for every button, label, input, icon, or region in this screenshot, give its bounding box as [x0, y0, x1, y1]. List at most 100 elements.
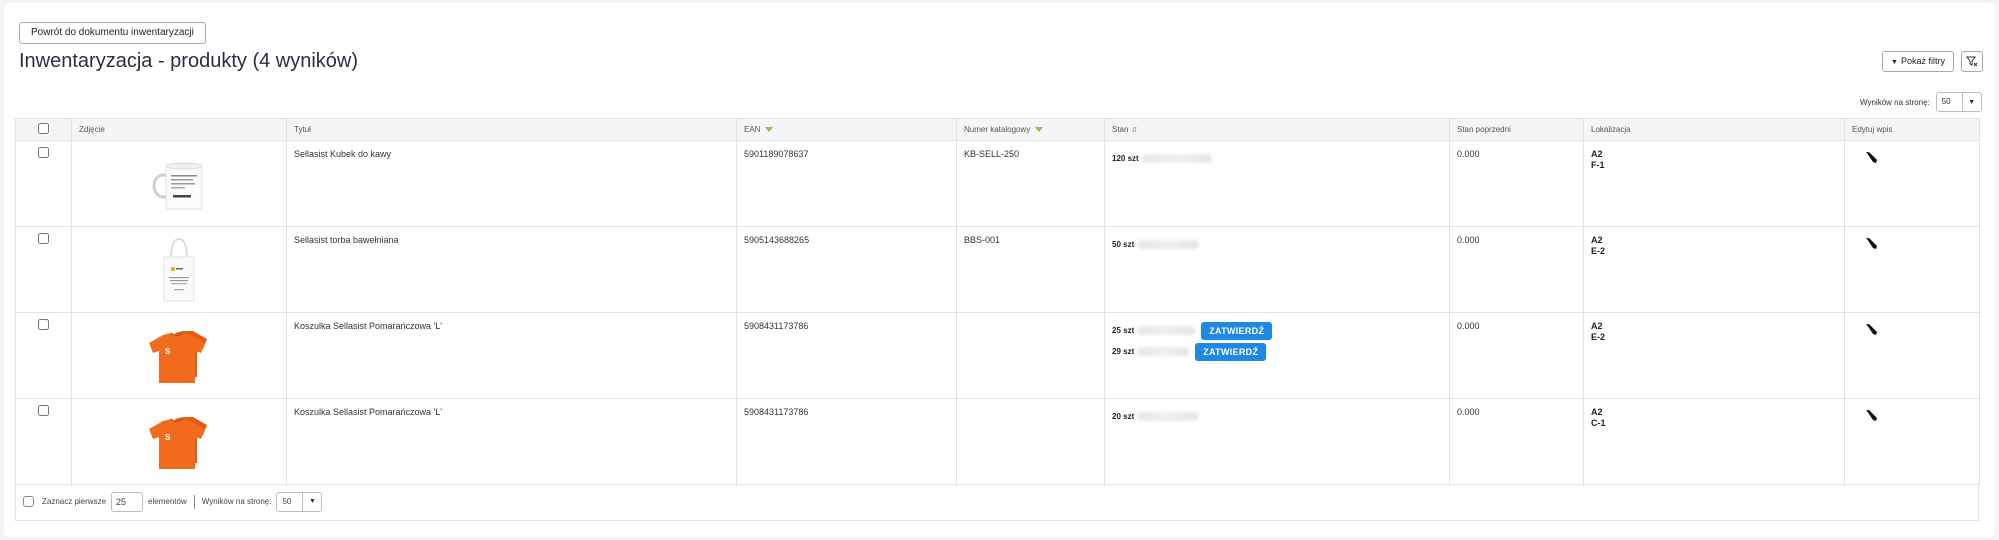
pencil-icon[interactable] — [1865, 151, 1878, 164]
per-page-select[interactable]: 50 ▼ — [1935, 92, 1982, 112]
select-first-label: Zaznacz pierwsze — [42, 497, 107, 506]
row-select-cell — [15, 312, 72, 399]
col-catalog-label: Numer katalogowy — [964, 125, 1031, 134]
col-stock-label: Stan — [1112, 125, 1129, 134]
row-select-cell — [15, 140, 72, 227]
photo-cell — [71, 226, 287, 313]
location-zone: A2 — [1591, 321, 1603, 331]
stock-cell: 120 szt — [1104, 140, 1450, 227]
blurred-user-info — [1137, 412, 1200, 421]
row-checkbox[interactable] — [38, 147, 49, 158]
confirm-button[interactable]: ZATWIERDŹ — [1201, 321, 1273, 340]
blurred-user-info — [1137, 347, 1190, 356]
location-zone: A2 — [1591, 235, 1603, 245]
ean-cell: 5901189078637 — [736, 140, 957, 227]
table-row: S Koszulka Sellasist Pomarańczowa 'L' 59… — [15, 312, 1980, 399]
elements-label: elementów — [148, 497, 187, 506]
location-cell: A2 E-2 — [1583, 312, 1845, 399]
confirm-button[interactable]: ZATWIERDŹ — [1195, 342, 1267, 361]
stock-cell: 50 szt — [1104, 226, 1450, 313]
photo-cell: S — [71, 398, 287, 485]
stock-qty: 50 szt — [1112, 240, 1135, 249]
pencil-icon[interactable] — [1865, 237, 1878, 250]
location-cell: A2 C-1 — [1583, 398, 1845, 485]
col-stock[interactable]: Stan ⇵ — [1104, 118, 1450, 141]
stock-entry: 50 szt — [1112, 233, 1442, 256]
col-ean[interactable]: EAN — [736, 118, 957, 141]
title-cell: Sellasist torba bawełniana — [286, 226, 737, 313]
stock-qty: 120 szt — [1112, 154, 1139, 163]
prev-stock-cell: 0.000 — [1449, 140, 1584, 227]
per-page-value: 50 — [1937, 93, 1963, 111]
clear-filters-button[interactable] — [1961, 51, 1983, 72]
stock-entry: 20 szt — [1112, 405, 1442, 428]
pencil-icon[interactable] — [1865, 323, 1878, 336]
col-photo: Zdjęcie — [71, 118, 287, 141]
products-table: Zdjęcie Tytuł EAN Numer katalogowy Stan ⇵… — [15, 118, 1980, 485]
sort-desc-icon — [765, 127, 774, 133]
row-checkbox[interactable] — [38, 319, 49, 330]
prev-stock-cell: 0.000 — [1449, 312, 1584, 399]
svg-text:S: S — [165, 433, 171, 442]
row-checkbox[interactable] — [38, 233, 49, 244]
catalog-cell: BBS-001 — [956, 226, 1105, 313]
sort-toggle-icon: ⇵ — [1131, 127, 1138, 134]
stock-cell: 20 szt — [1104, 398, 1450, 485]
catalog-cell: KB-SELL-250 — [956, 140, 1105, 227]
stock-qty: 20 szt — [1112, 412, 1135, 421]
back-to-document-button[interactable]: Powrót do dokumentu inwentaryzacji — [19, 22, 206, 44]
blurred-user-info — [1137, 326, 1196, 335]
per-page-label: Wyników na stronę: — [1860, 97, 1930, 107]
mug-image[interactable] — [149, 159, 209, 213]
row-select-cell — [15, 398, 72, 485]
edit-cell — [1844, 398, 1980, 485]
table-row: Sellasist torba bawełniana 5905143688265… — [15, 226, 1980, 313]
title-cell: Koszulka Sellasist Pomarańczowa 'L' — [286, 312, 737, 399]
prev-stock-cell: 0.000 — [1449, 226, 1584, 313]
footer-per-page-label: Wyników na stronę: — [201, 497, 272, 506]
row-select-cell — [15, 226, 72, 313]
edit-cell — [1844, 140, 1980, 227]
tshirt-image[interactable]: S — [149, 329, 209, 385]
chevron-down-icon: ▼ — [308, 498, 316, 505]
pencil-icon[interactable] — [1865, 409, 1878, 422]
location-shelf: E-2 — [1591, 246, 1606, 256]
page-title: Inwentaryzacja - produkty (4 wyników) — [19, 50, 359, 72]
photo-cell: S — [71, 312, 287, 399]
divider — [193, 494, 195, 509]
table-row: S Koszulka Sellasist Pomarańczowa 'L' 59… — [15, 398, 1980, 485]
select-all-checkbox[interactable] — [38, 123, 49, 134]
edit-cell — [1844, 226, 1980, 313]
bag-image[interactable] — [159, 237, 199, 303]
col-edit: Edytuj wpis — [1844, 118, 1980, 141]
ean-cell: 5908431173786 — [736, 398, 957, 485]
stock-entry: 25 szt ZATWIERDŹ — [1112, 319, 1442, 342]
select-all-cell — [15, 118, 72, 141]
tshirt-image[interactable]: S — [149, 415, 209, 471]
location-shelf: C-1 — [1591, 418, 1606, 428]
show-filters-button[interactable]: ▼ Pokaż filtry — [1882, 51, 1954, 72]
ean-cell: 5905143688265 — [736, 226, 957, 313]
col-catalog[interactable]: Numer katalogowy — [956, 118, 1105, 141]
caret-down-icon: ▼ — [1891, 59, 1898, 66]
catalog-cell — [956, 398, 1105, 485]
edit-cell — [1844, 312, 1980, 399]
col-location: Lokalizacja — [1583, 118, 1845, 141]
stock-cell: 25 szt ZATWIERDŹ 29 szt ZATWIERDŹ — [1104, 312, 1450, 399]
ean-cell: 5908431173786 — [736, 312, 957, 399]
select-first-checkbox[interactable] — [23, 496, 34, 507]
row-checkbox[interactable] — [38, 405, 49, 416]
stock-entry: 120 szt — [1112, 147, 1442, 170]
footer-per-page-select[interactable]: 50 ▼ — [276, 491, 323, 512]
select-first-input[interactable]: 25 — [111, 491, 144, 512]
per-page-top: Wyników na stronę: 50 ▼ — [1860, 92, 1982, 112]
col-ean-label: EAN — [744, 125, 761, 134]
location-zone: A2 — [1591, 149, 1603, 159]
table-header-row: Zdjęcie Tytuł EAN Numer katalogowy Stan ⇵… — [15, 118, 1980, 141]
stock-qty: 25 szt — [1112, 326, 1135, 335]
col-title[interactable]: Tytuł — [286, 118, 737, 141]
catalog-cell — [956, 312, 1105, 399]
filter-clear-icon — [1966, 56, 1978, 66]
sort-desc-icon — [1035, 127, 1044, 133]
svg-text:S: S — [165, 347, 171, 356]
